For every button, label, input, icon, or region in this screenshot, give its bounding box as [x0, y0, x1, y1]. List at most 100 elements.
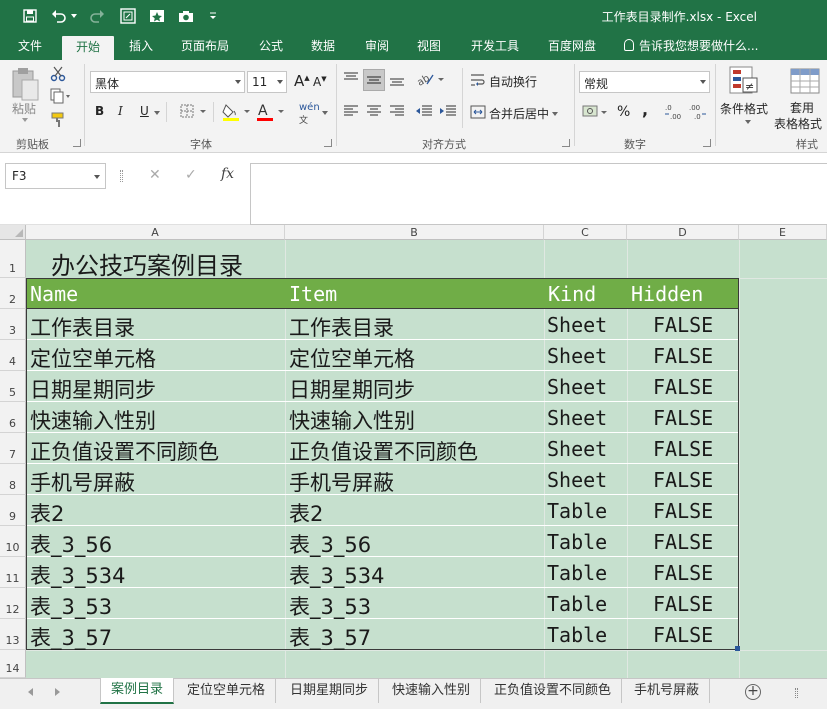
cell-name[interactable]: 表_3_56	[30, 529, 112, 559]
fill-color-icon[interactable]	[222, 102, 252, 125]
cell-item[interactable]: 手机号屏蔽	[289, 467, 394, 497]
cell-item[interactable]: 正负值设置不同颜色	[289, 436, 478, 466]
decrease-font-icon[interactable]: A▼	[313, 75, 327, 89]
merge-center-icon[interactable]	[470, 104, 486, 123]
header-hidden[interactable]: Hidden	[631, 282, 703, 306]
conditional-formatting-button[interactable]: 条件格式	[720, 100, 768, 117]
undo-icon[interactable]	[48, 5, 70, 27]
borders-icon[interactable]	[180, 104, 208, 121]
redo-icon[interactable]	[86, 5, 108, 27]
decrease-indent-icon[interactable]	[414, 104, 434, 121]
cell-hidden[interactable]: FALSE	[653, 530, 713, 554]
header-kind[interactable]: Kind	[548, 282, 596, 306]
tab-formulas[interactable]: 公式	[250, 32, 292, 60]
row-header[interactable]: 3	[0, 309, 26, 340]
cell-item[interactable]: 表_3_53	[289, 591, 371, 621]
format-as-table-line1[interactable]: 套用	[790, 99, 814, 116]
tab-developer[interactable]: 开发工具	[464, 32, 526, 60]
increase-decimal-icon[interactable]: .0.00	[664, 102, 684, 125]
sheet-tab-date-weekday[interactable]: 日期星期同步	[280, 679, 380, 703]
cell-kind[interactable]: Sheet	[547, 468, 607, 492]
accounting-format-icon[interactable]	[582, 104, 610, 123]
row-header[interactable]: 5	[0, 371, 26, 402]
underline-button[interactable]: U	[140, 104, 149, 118]
sheet-tab-pos-neg-color[interactable]: 正负值设置不同颜色	[484, 679, 623, 703]
tab-insert[interactable]: 插入	[120, 32, 162, 60]
cell-name[interactable]: 快速输入性别	[30, 405, 156, 435]
cell-item[interactable]: 表_3_534	[289, 560, 384, 590]
cell-hidden[interactable]: FALSE	[653, 468, 713, 492]
cut-icon[interactable]	[50, 66, 66, 85]
row-header[interactable]: 6	[0, 402, 26, 433]
cell-kind[interactable]: Table	[547, 561, 607, 585]
insert-function-icon[interactable]: fx	[221, 166, 234, 182]
cell-name[interactable]: 日期星期同步	[30, 374, 156, 404]
table-resize-handle[interactable]	[735, 646, 740, 651]
cell-hidden[interactable]: FALSE	[653, 375, 713, 399]
tab-data[interactable]: 数据	[302, 32, 344, 60]
column-header-c[interactable]: C	[544, 225, 627, 240]
cell-item[interactable]: 表_3_56	[289, 529, 371, 559]
clipboard-launcher-icon[interactable]	[73, 139, 81, 147]
cell-hidden[interactable]: FALSE	[653, 499, 713, 523]
cell-hidden[interactable]: FALSE	[653, 313, 713, 337]
conditional-formatting-icon[interactable]: ≠	[729, 66, 761, 99]
row-header[interactable]: 9	[0, 495, 26, 526]
copy-icon[interactable]	[50, 88, 72, 107]
increase-indent-icon[interactable]	[438, 104, 458, 121]
cell-kind[interactable]: Sheet	[547, 437, 607, 461]
add-sheet-button[interactable]: +	[745, 684, 761, 700]
cell-name[interactable]: 表_3_534	[30, 560, 125, 590]
cell-name[interactable]: 手机号屏蔽	[30, 467, 135, 497]
screenshot-icon[interactable]	[118, 5, 138, 27]
sheet-tab-gender-input[interactable]: 快速输入性别	[382, 679, 482, 703]
cell-item[interactable]: 日期星期同步	[289, 374, 415, 404]
cell-kind[interactable]: Table	[547, 623, 607, 647]
percent-button[interactable]: %	[617, 104, 630, 120]
sheet-tab-phone-mask[interactable]: 手机号屏蔽	[624, 679, 711, 703]
scroll-left-icon[interactable]	[28, 688, 33, 696]
align-bottom-icon[interactable]	[388, 70, 406, 91]
row-header[interactable]: 7	[0, 433, 26, 464]
orientation-icon[interactable]: ab	[415, 70, 446, 91]
font-name-select[interactable]: 黑体	[90, 71, 245, 93]
tab-home[interactable]: 开始	[62, 36, 114, 60]
comma-button[interactable]: ,	[642, 100, 648, 119]
align-top-icon[interactable]	[342, 70, 360, 91]
row-header[interactable]: 10	[0, 526, 26, 557]
row-header[interactable]: 13	[0, 619, 26, 650]
cancel-icon[interactable]: ✕	[149, 167, 161, 183]
align-center-icon[interactable]	[365, 104, 383, 121]
font-color-icon[interactable]: A	[256, 102, 286, 125]
bold-button[interactable]: B	[95, 104, 104, 118]
cell-hidden[interactable]: FALSE	[653, 592, 713, 616]
cell-kind[interactable]: Sheet	[547, 313, 607, 337]
cell-item[interactable]: 表_3_57	[289, 622, 371, 652]
formula-input[interactable]	[250, 163, 827, 225]
save-icon[interactable]	[20, 5, 40, 27]
phonetic-dropdown-icon[interactable]	[322, 111, 328, 115]
cell-hidden[interactable]: FALSE	[653, 437, 713, 461]
row-header[interactable]: 12	[0, 588, 26, 619]
align-left-icon[interactable]	[342, 104, 360, 121]
column-header-e[interactable]: E	[739, 225, 827, 240]
row-header[interactable]: 2	[0, 278, 26, 309]
resize-handle[interactable]	[120, 170, 123, 182]
cell-kind[interactable]: Table	[547, 499, 607, 523]
sheet-tab-locate-empty[interactable]: 定位空单元格	[177, 679, 277, 703]
select-all-button[interactable]	[0, 225, 26, 240]
column-header-a[interactable]: A	[26, 225, 285, 240]
column-header-b[interactable]: B	[285, 225, 544, 240]
customize-quick-access-icon[interactable]	[208, 5, 218, 27]
tab-file[interactable]: 文件	[8, 32, 52, 60]
cell-item[interactable]: 工作表目录	[289, 312, 394, 342]
format-as-table-line2[interactable]: 表格格式	[774, 115, 822, 132]
tell-me-box[interactable]: 告诉我您想要做什么...	[624, 32, 758, 60]
increase-font-icon[interactable]: A▲	[294, 72, 310, 90]
align-middle-icon[interactable]	[363, 69, 385, 91]
cell-name[interactable]: 工作表目录	[30, 312, 135, 342]
cell-kind[interactable]: Sheet	[547, 375, 607, 399]
enter-icon[interactable]: ✓	[185, 167, 197, 183]
header-name[interactable]: Name	[30, 282, 78, 306]
cell-hidden[interactable]: FALSE	[653, 623, 713, 647]
